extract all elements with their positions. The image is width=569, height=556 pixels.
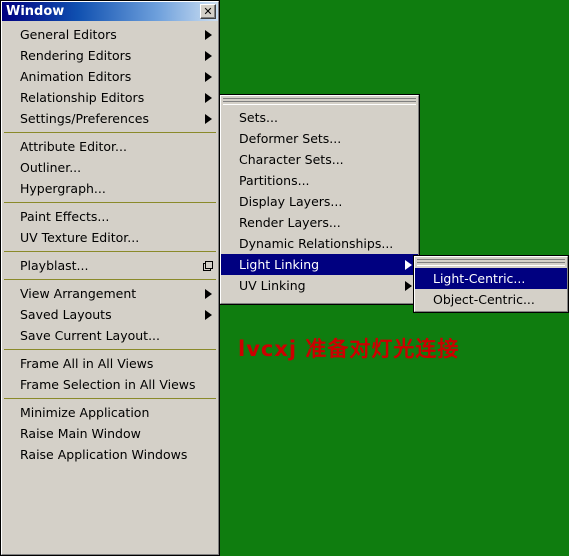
menu-item-paint-effects[interactable]: Paint Effects... [2,206,218,227]
menu-item-label: Sets... [239,110,278,125]
menu-item-raise-application-windows[interactable]: Raise Application Windows [2,444,218,465]
menu-item-label: UV Texture Editor... [20,230,140,245]
menu-item-deformer-sets[interactable]: Deformer Sets... [221,128,418,149]
menu-separator [4,202,216,203]
light-linking-submenu-panel: Light-Centric... Object-Centric... [413,255,569,313]
menu-item-frame-selection-in-all-views[interactable]: Frame Selection in All Views [2,374,218,395]
chevron-right-icon [405,259,412,270]
tear-off-handle[interactable] [417,259,565,266]
menu-item-animation-editors[interactable]: Animation Editors [2,66,218,87]
menu-item-label: UV Linking [239,278,306,293]
menu-item-label: Dynamic Relationships... [239,236,394,251]
menu-item-frame-all-in-all-views[interactable]: Frame All in All Views [2,353,218,374]
menu-item-object-centric[interactable]: Object-Centric... [415,289,567,310]
relationship-editors-submenu-panel: Sets... Deformer Sets... Character Sets...… [219,94,420,305]
menu-item-label: Render Layers... [239,215,341,230]
chevron-right-icon [205,92,212,103]
menu-item-label: Deformer Sets... [239,131,342,146]
menu-item-label: Settings/Preferences [20,111,149,126]
menu-item-save-current-layout[interactable]: Save Current Layout... [2,325,218,346]
menu-item-label: General Editors [20,27,117,42]
menu-item-attribute-editor[interactable]: Attribute Editor... [2,136,218,157]
desktop-overlay-text: lvcxj 准备对灯光连接 [238,337,460,361]
menu-item-label: Light Linking [239,257,320,272]
menu-item-partitions[interactable]: Partitions... [221,170,418,191]
menu-item-rendering-editors[interactable]: Rendering Editors [2,45,218,66]
menu-item-dynamic-relationships[interactable]: Dynamic Relationships... [221,233,418,254]
relationship-editors-item-list: Sets... Deformer Sets... Character Sets...… [221,107,418,296]
menu-item-uv-texture-editor[interactable]: UV Texture Editor... [2,227,218,248]
menu-item-render-layers[interactable]: Render Layers... [221,212,418,233]
menu-item-label: Frame Selection in All Views [20,377,196,392]
chevron-right-icon [205,309,212,320]
chevron-right-icon [205,71,212,82]
menu-separator [4,279,216,280]
menu-separator [4,349,216,350]
menu-separator [4,251,216,252]
menu-item-label: Paint Effects... [20,209,110,224]
menu-item-outliner[interactable]: Outliner... [2,157,218,178]
menu-item-label: Light-Centric... [433,271,526,286]
menu-item-general-editors[interactable]: General Editors [2,24,218,45]
chevron-right-icon [205,288,212,299]
menu-item-minimize-application[interactable]: Minimize Application [2,402,218,423]
option-box-icon[interactable] [203,261,213,271]
menu-item-label: Partitions... [239,173,310,188]
menu-separator [4,132,216,133]
close-icon[interactable]: ✕ [200,4,216,19]
menu-item-character-sets[interactable]: Character Sets... [221,149,418,170]
tear-off-handle[interactable] [223,98,416,105]
menu-item-label: Object-Centric... [433,292,535,307]
menu-item-label: Character Sets... [239,152,344,167]
menu-item-relationship-editors[interactable]: Relationship Editors [2,87,218,108]
menu-item-hypergraph[interactable]: Hypergraph... [2,178,218,199]
chevron-right-icon [205,113,212,124]
chevron-right-icon [405,280,412,291]
menu-item-label: Outliner... [20,160,82,175]
menu-item-label: Raise Main Window [20,426,141,441]
menu-item-view-arrangement[interactable]: View Arrangement [2,283,218,304]
window-menu-titlebar: Window ✕ [2,2,218,21]
light-linking-item-list: Light-Centric... Object-Centric... [415,268,567,310]
menu-item-label: Frame All in All Views [20,356,154,371]
menu-separator [4,398,216,399]
desktop-background: lvcxj 准备对灯光连接 Window ✕ General Editors Re… [0,0,569,556]
menu-item-raise-main-window[interactable]: Raise Main Window [2,423,218,444]
menu-item-label: Save Current Layout... [20,328,160,343]
menu-item-settings-preferences[interactable]: Settings/Preferences [2,108,218,129]
menu-item-label: Animation Editors [20,69,132,84]
menu-item-label: Minimize Application [20,405,150,420]
menu-item-light-centric[interactable]: Light-Centric... [415,268,567,289]
window-menu-panel: Window ✕ General Editors Rendering Editor… [0,0,220,556]
menu-item-label: Attribute Editor... [20,139,127,154]
menu-item-label: Saved Layouts [20,307,112,322]
menu-item-label: View Arrangement [20,286,137,301]
menu-item-label: Display Layers... [239,194,343,209]
menu-item-label: Raise Application Windows [20,447,188,462]
menu-item-display-layers[interactable]: Display Layers... [221,191,418,212]
chevron-right-icon [205,50,212,61]
menu-item-saved-layouts[interactable]: Saved Layouts [2,304,218,325]
menu-item-label: Rendering Editors [20,48,132,63]
menu-item-label: Relationship Editors [20,90,145,105]
menu-item-sets[interactable]: Sets... [221,107,418,128]
menu-item-light-linking[interactable]: Light Linking [221,254,418,275]
menu-item-uv-linking[interactable]: UV Linking [221,275,418,296]
chevron-right-icon [205,29,212,40]
menu-item-label: Hypergraph... [20,181,106,196]
menu-item-playblast[interactable]: Playblast... [2,255,218,276]
menu-item-label: Playblast... [20,258,89,273]
window-menu-item-list: General Editors Rendering Editors Animatio… [2,21,218,465]
window-menu-title: Window [6,4,65,19]
